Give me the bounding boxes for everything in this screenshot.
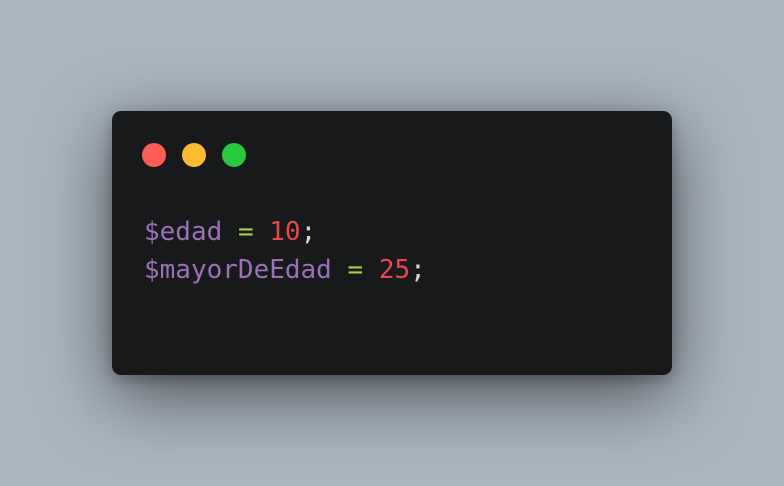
maximize-dot-icon[interactable] xyxy=(222,143,246,167)
semicolon-token: ; xyxy=(300,217,317,247)
operator-token: = xyxy=(237,217,254,247)
minimize-dot-icon[interactable] xyxy=(182,143,206,167)
operator-token: = xyxy=(347,255,364,285)
code-line: $mayorDeEdad = 25; xyxy=(144,251,426,289)
semicolon-token: ; xyxy=(410,255,426,285)
number-token: 10 xyxy=(269,217,301,247)
window-controls xyxy=(142,143,246,167)
variable-token: $mayorDeEdad xyxy=(144,255,332,285)
code-block: $edad = 10; $mayorDeEdad = 25; xyxy=(144,213,426,289)
close-dot-icon[interactable] xyxy=(142,143,166,167)
number-token: 25 xyxy=(378,255,411,285)
code-line: $edad = 10; xyxy=(144,213,426,251)
variable-token: $edad xyxy=(144,217,223,247)
code-window: $edad = 10; $mayorDeEdad = 25; xyxy=(112,111,672,375)
